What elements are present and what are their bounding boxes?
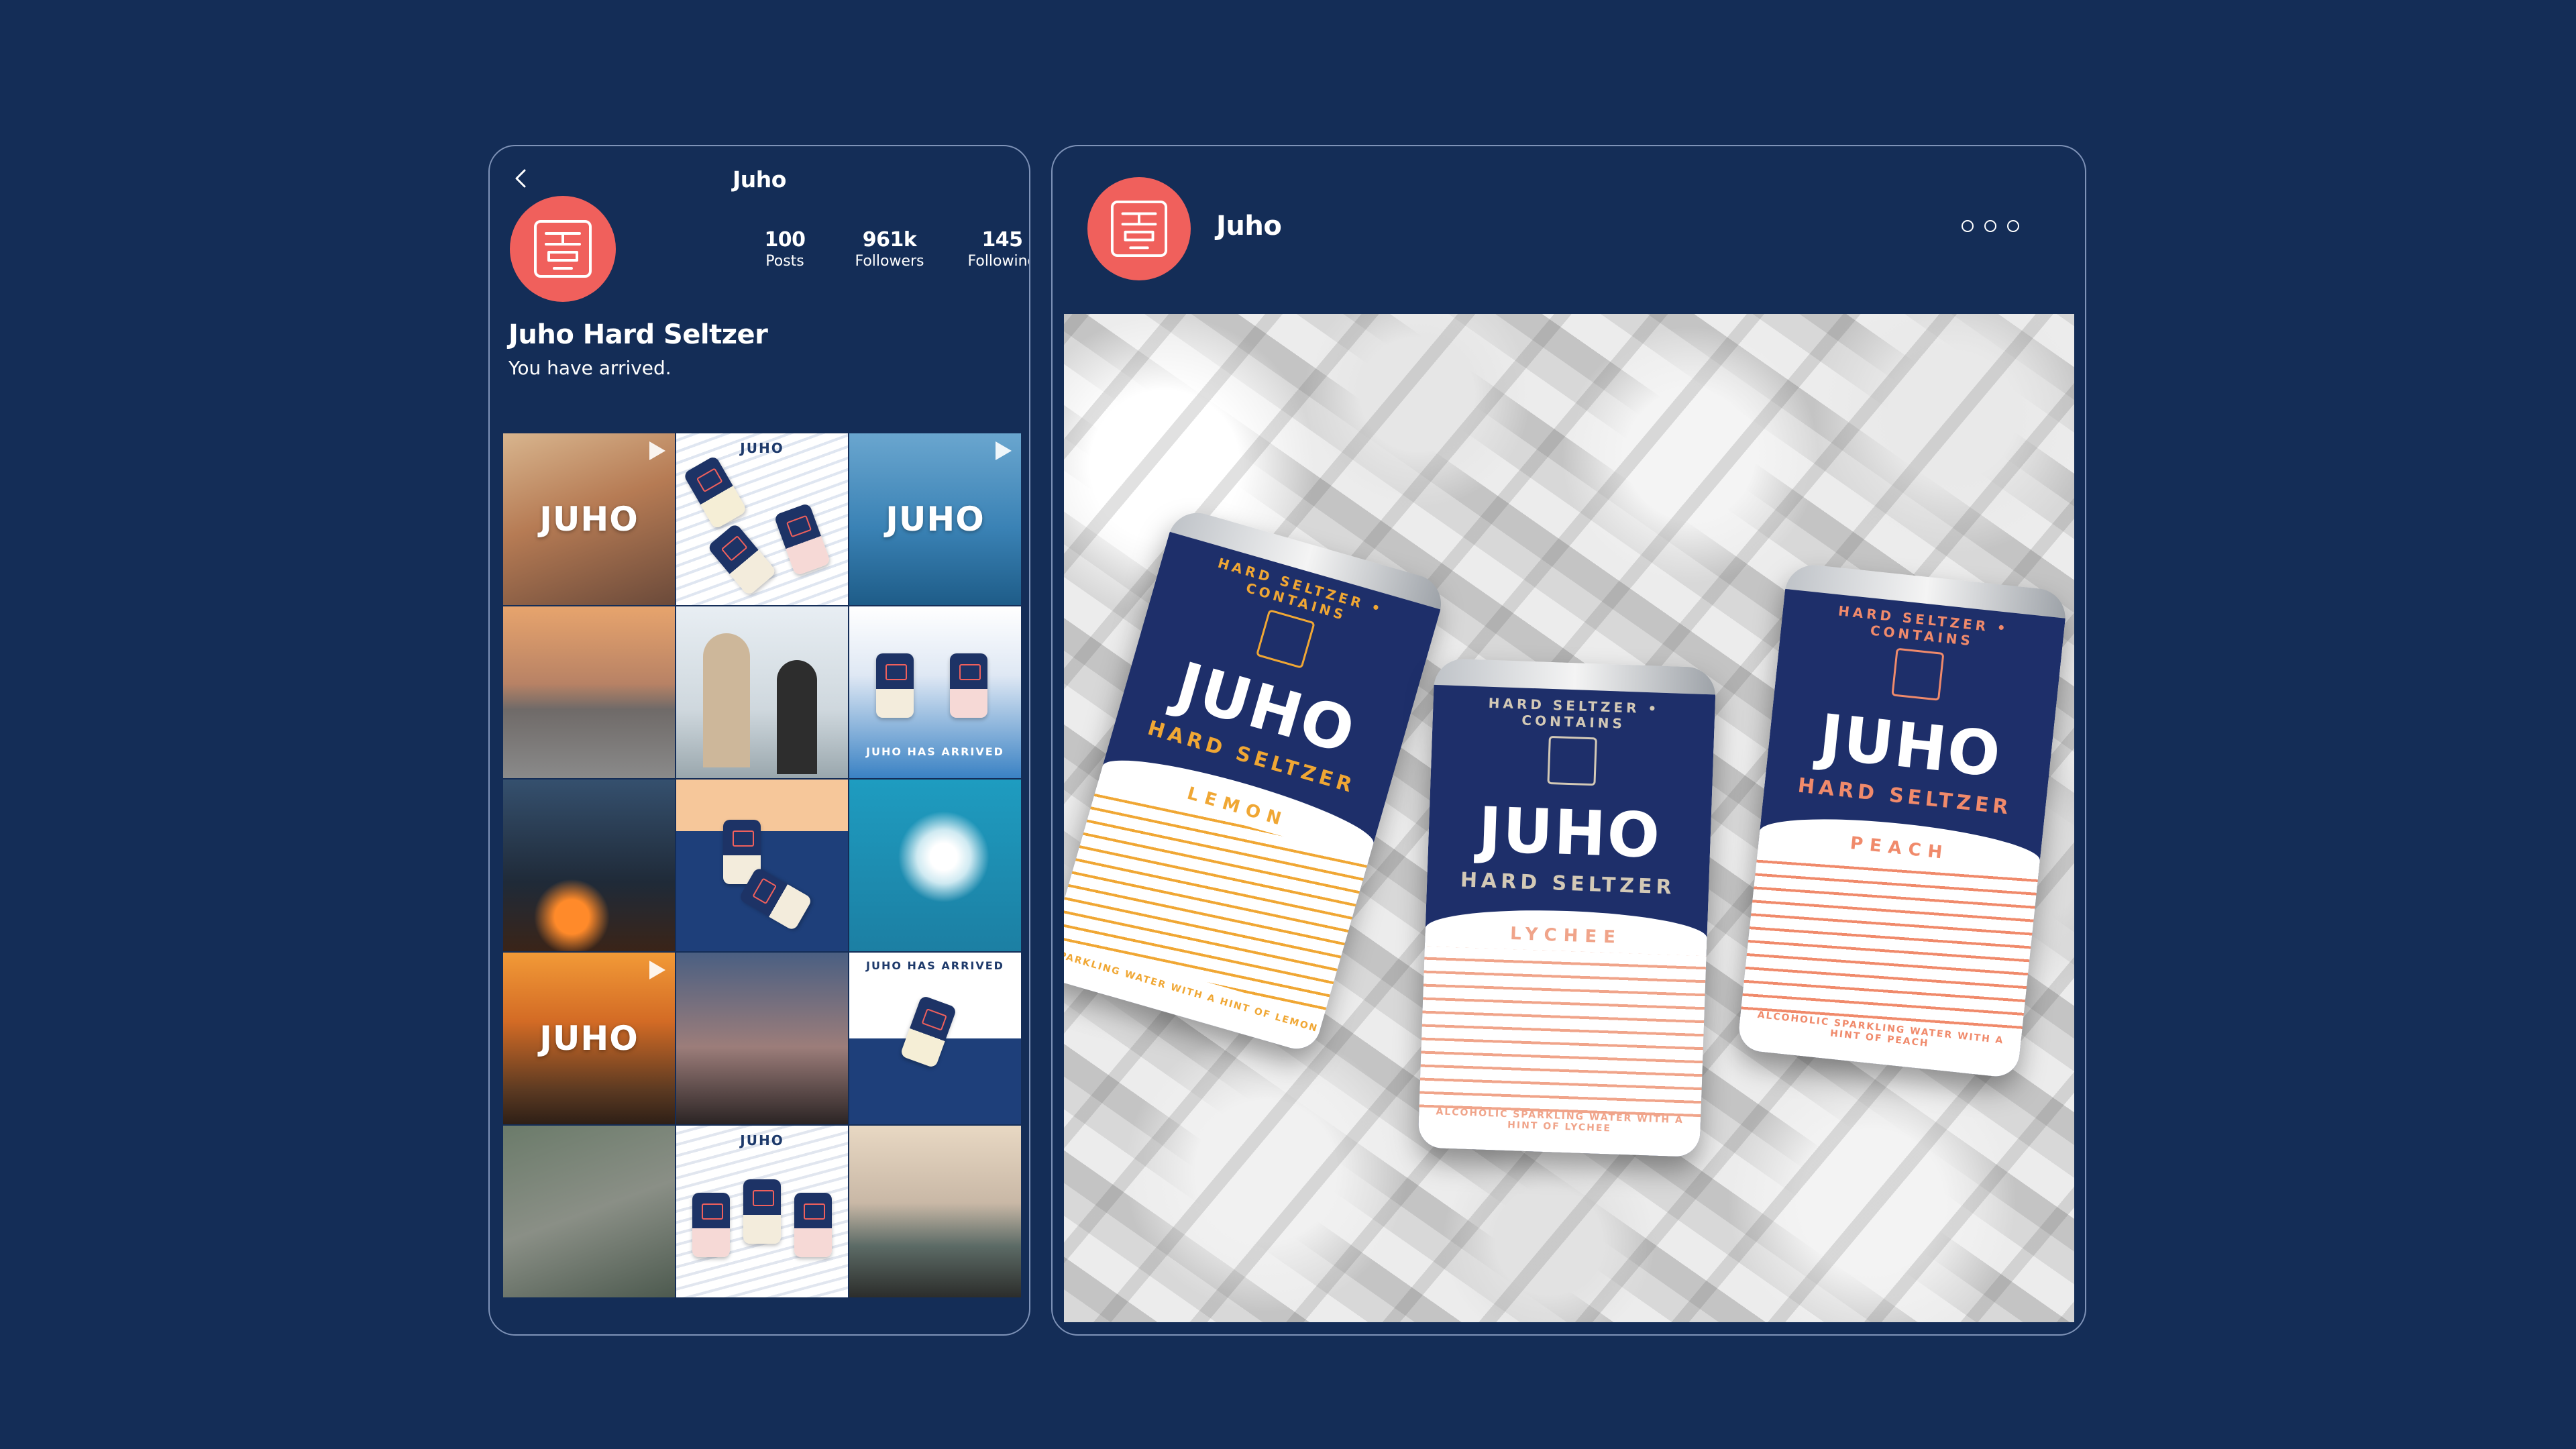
post-view: Juho HARD SELTZER • CONTAINS JUHO HARD S… xyxy=(1051,145,2086,1336)
can-brand: JUHO xyxy=(1477,794,1662,872)
person-figure xyxy=(703,633,750,767)
juho-logo-icon xyxy=(534,220,592,278)
profile-screen: Juho 100 Posts 961k Followers 145 Follow… xyxy=(488,145,1030,1336)
post-author-avatar[interactable] xyxy=(1087,177,1191,280)
grid-post[interactable]: JUHO HAS ARRIVED xyxy=(849,606,1021,778)
wave-lines xyxy=(1741,849,2039,1039)
profile-avatar[interactable] xyxy=(510,196,616,302)
can-image xyxy=(876,653,914,718)
post-overlay-text: JUHO xyxy=(539,500,639,539)
stat-value: 145 xyxy=(981,228,1023,252)
post-caption: JUHO HAS ARRIVED xyxy=(866,959,1004,972)
grid-post[interactable] xyxy=(676,953,848,1124)
grid-post[interactable]: JUHO xyxy=(676,1126,848,1297)
can-image xyxy=(692,1193,730,1257)
post-author-name[interactable]: Juho xyxy=(1216,211,1282,241)
grid-post[interactable]: JUHO xyxy=(503,953,675,1124)
can-logo-mark xyxy=(1547,735,1597,786)
person-figure xyxy=(777,660,817,774)
post-image[interactable]: HARD SELTZER • CONTAINS JUHO HARD SELTZE… xyxy=(1064,314,2074,1322)
can-image xyxy=(682,455,748,530)
grid-post[interactable] xyxy=(503,780,675,951)
can-image xyxy=(900,995,957,1069)
wave-lines xyxy=(1419,946,1707,1118)
stat-value: 961k xyxy=(862,228,917,252)
can-image xyxy=(773,502,831,576)
grid-post[interactable] xyxy=(676,606,848,778)
stat-label: Followers xyxy=(855,253,924,270)
grid-post[interactable] xyxy=(503,1126,675,1297)
can-logo-mark xyxy=(1891,647,1945,701)
grid-post[interactable]: JUHO xyxy=(503,433,675,605)
can-image xyxy=(794,1193,832,1257)
more-options-icon[interactable] xyxy=(1962,220,2019,232)
grid-post[interactable]: JUHO HAS ARRIVED xyxy=(849,953,1021,1124)
can-image xyxy=(743,1179,781,1244)
juho-logo-icon xyxy=(1110,200,1168,258)
reel-icon xyxy=(996,441,1012,460)
grid-post[interactable]: JUHO xyxy=(849,433,1021,605)
can-lychee: HARD SELTZER • CONTAINS JUHO HARD SELTZE… xyxy=(1417,657,1717,1158)
stat-label: Following xyxy=(967,253,1030,270)
post-caption: JUHO xyxy=(740,1132,784,1148)
stat-value: 100 xyxy=(764,228,806,252)
reel-icon xyxy=(649,441,665,460)
grid-post[interactable] xyxy=(676,780,848,951)
grid-post[interactable] xyxy=(849,1126,1021,1297)
stat-following[interactable]: 145 Following xyxy=(955,228,1030,270)
bio-name: Juho Hard Seltzer xyxy=(508,319,768,350)
post-overlay-text: JUHO xyxy=(539,1019,639,1058)
stat-label: Posts xyxy=(765,253,804,270)
can-image xyxy=(706,523,777,596)
grid-post[interactable]: JUHO xyxy=(676,433,848,605)
grid-post[interactable] xyxy=(503,606,675,778)
grid-post[interactable] xyxy=(849,780,1021,951)
stat-followers[interactable]: 961k Followers xyxy=(843,228,936,270)
posts-grid: JUHO JUHO JUHO JUHO HAS ARRIVED JUHO JUH… xyxy=(503,433,1021,1297)
can-peach: HARD SELTZER • CONTAINS JUHO HARD SELTZE… xyxy=(1736,562,2069,1079)
bio-text: You have arrived. xyxy=(508,357,672,379)
profile-title: Juho xyxy=(733,166,786,193)
can-image xyxy=(950,653,987,718)
stat-posts[interactable]: 100 Posts xyxy=(738,228,832,270)
post-caption: JUHO xyxy=(740,440,784,456)
post-overlay-text: JUHO xyxy=(885,500,985,539)
reel-icon xyxy=(649,961,665,979)
post-caption: JUHO HAS ARRIVED xyxy=(866,745,1004,758)
